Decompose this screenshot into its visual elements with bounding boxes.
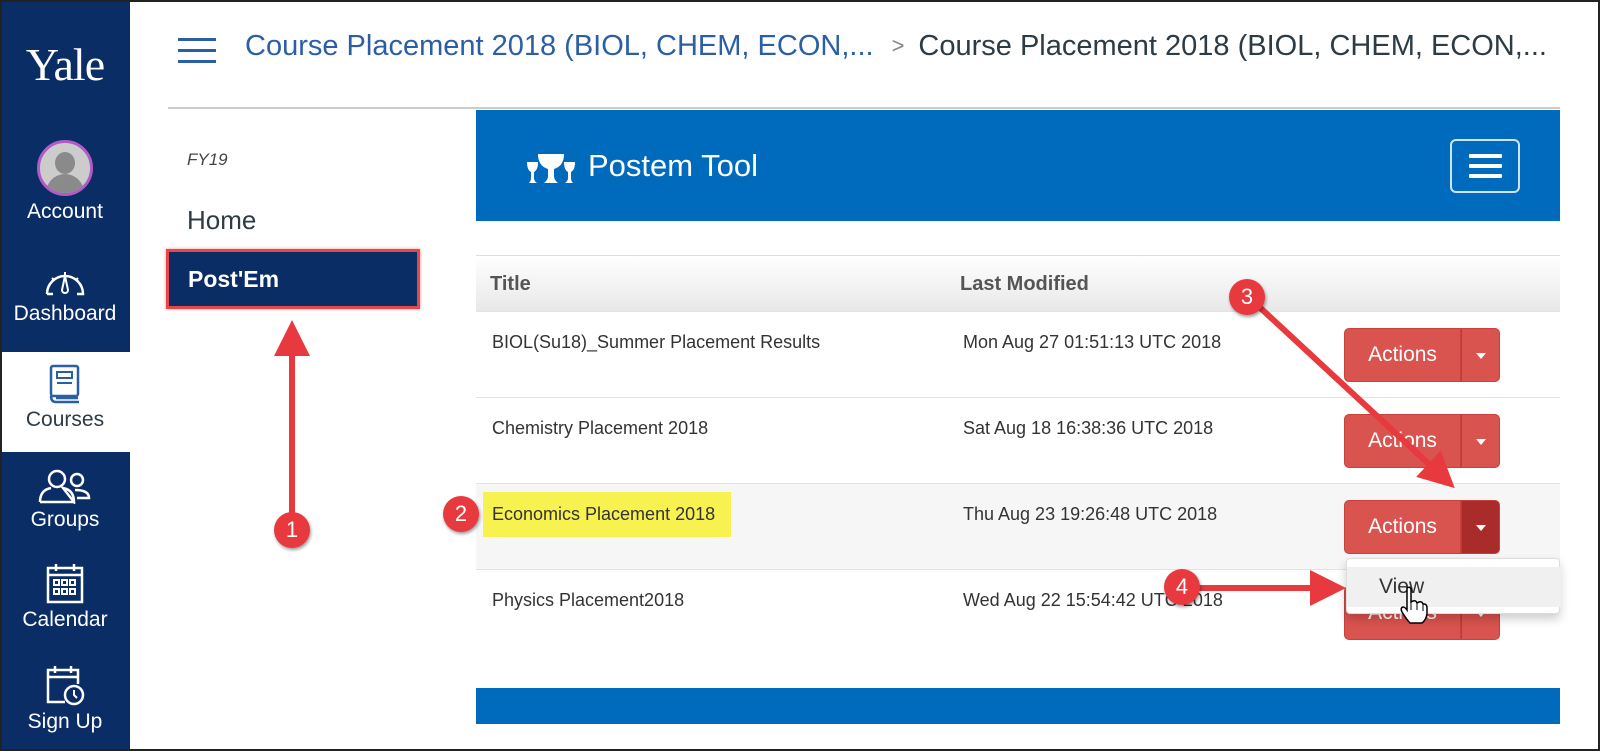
highlighted-title: Economics Placement 2018 (483, 492, 732, 537)
postem-trophy-icon (527, 154, 575, 183)
global-nav-groups[interactable]: Groups (0, 468, 130, 532)
global-nav-label: Groups (30, 508, 100, 531)
breadcrumb: Course Placement 2018 (BIOL, CHEM, ECON,… (245, 30, 1547, 63)
global-nav-label: Dashboard (13, 302, 117, 325)
step-badge-4: 4 (1164, 569, 1200, 605)
gauge-icon (45, 272, 85, 296)
actions-button[interactable]: Actions (1344, 328, 1461, 382)
actions-button-group: Actions (1344, 328, 1500, 382)
global-nav-label: Courses (25, 408, 105, 431)
caret-down-icon (1476, 353, 1486, 359)
table-row: Economics Placement 2018 Thu Aug 23 19:2… (476, 483, 1560, 569)
calendar-icon (46, 564, 84, 604)
header-divider (168, 107, 1560, 109)
step-badge-3: 3 (1229, 279, 1265, 315)
actions-button[interactable]: Actions (1344, 500, 1461, 554)
yale-logo[interactable]: Yale (0, 38, 130, 91)
course-nav-home[interactable]: Home (187, 205, 256, 236)
table-row: BIOL(Su18)_Summer Placement Results Mon … (476, 311, 1560, 397)
row-title: Physics Placement2018 (492, 590, 685, 610)
tool-title: Postem Tool (588, 148, 759, 183)
caret-down-icon (1476, 439, 1486, 445)
row-last-modified: Sat Aug 18 16:38:36 UTC 2018 (963, 418, 1214, 438)
tool-menu-button[interactable] (1450, 139, 1520, 193)
global-nav: Yale Account Dashboard Courses Groups Ca… (0, 0, 130, 751)
avatar-icon (37, 140, 93, 196)
calendar-clock-icon (46, 666, 85, 706)
actions-dropdown-menu: View (1346, 558, 1561, 614)
actions-dropdown-toggle[interactable] (1461, 500, 1500, 554)
column-header-title[interactable]: Title (490, 273, 531, 296)
global-nav-courses[interactable]: Courses (0, 352, 130, 452)
step-badge-2: 2 (443, 496, 479, 532)
caret-down-icon (1476, 525, 1486, 531)
global-nav-label: Account (27, 200, 103, 223)
tool-footer (476, 688, 1560, 724)
book-icon (49, 364, 80, 404)
table-row: Chemistry Placement 2018 Sat Aug 18 16:3… (476, 397, 1560, 483)
table-header: Title Last Modified (476, 255, 1560, 311)
tool-header: Postem Tool (476, 110, 1560, 221)
actions-button-group: Actions (1344, 414, 1500, 468)
course-term: FY19 (187, 150, 228, 169)
global-nav-calendar[interactable]: Calendar (0, 562, 130, 632)
global-nav-sign-up[interactable]: Sign Up (0, 664, 130, 734)
actions-button[interactable]: Actions (1344, 414, 1461, 468)
actions-button-group: Actions (1344, 500, 1500, 554)
column-header-last-modified[interactable]: Last Modified (960, 273, 1089, 296)
breadcrumb-separator: > (891, 33, 905, 58)
actions-dropdown-toggle[interactable] (1461, 328, 1500, 382)
breadcrumb-course-link[interactable]: Course Placement 2018 (BIOL, CHEM, ECON,… (245, 30, 874, 62)
global-nav-dashboard[interactable]: Dashboard (0, 266, 130, 326)
row-title: Chemistry Placement 2018 (492, 418, 709, 438)
row-last-modified: Mon Aug 27 01:51:13 UTC 2018 (963, 332, 1222, 352)
actions-dropdown-toggle[interactable] (1461, 414, 1500, 468)
global-nav-label: Calendar (22, 608, 108, 631)
users-icon (38, 469, 91, 504)
hand-pointer-icon (1400, 586, 1428, 624)
global-nav-label: Sign Up (27, 710, 103, 733)
course-nav-postem[interactable]: Post'Em (166, 249, 420, 309)
dropdown-item-view[interactable]: View (1347, 567, 1561, 607)
course-menu-toggle[interactable] (178, 38, 216, 64)
breadcrumb-current: Course Placement 2018 (BIOL, CHEM, ECON,… (918, 30, 1547, 62)
row-last-modified: Thu Aug 23 19:26:48 UTC 2018 (963, 504, 1218, 524)
step-badge-1: 1 (274, 512, 310, 548)
global-nav-account[interactable]: Account (0, 140, 130, 224)
row-title: Economics Placement 2018 (483, 492, 732, 537)
row-title: BIOL(Su18)_Summer Placement Results (492, 332, 821, 352)
